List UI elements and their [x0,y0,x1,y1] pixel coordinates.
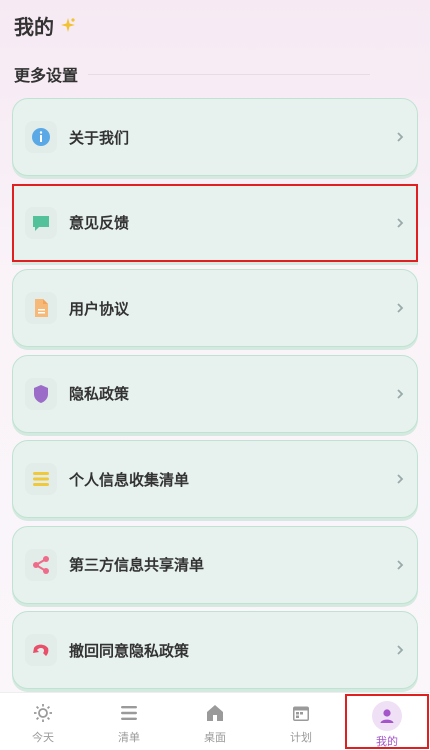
tab-today[interactable]: 今天 [0,693,86,750]
settings-item-about[interactable]: 关于我们 [12,98,418,176]
sun-icon [31,701,55,725]
settings-item-label: 撤回同意隐私政策 [69,641,190,660]
settings-item-label: 第三方信息共享清单 [69,556,205,574]
settings-item-label: 个人信息收集清单 [69,470,190,489]
share-icon [25,548,57,581]
chevron-right-icon [397,217,404,228]
list-icon [117,701,141,725]
tab-label: 桌面 [204,731,226,744]
chevron-right-icon [397,474,404,484]
undo-icon [25,634,57,666]
tab-list[interactable]: 清单 [86,693,172,750]
home-icon [203,701,227,725]
user-icon [372,701,402,731]
tab-mine[interactable]: 我的 [344,693,430,750]
settings-item-label: 意见反馈 [69,214,130,232]
settings-item-label: 用户协议 [69,299,130,318]
tab-desktop[interactable]: 桌面 [172,693,258,750]
page-title: 我的 [14,14,54,39]
info-icon [25,121,57,153]
settings-item-personal-info-list[interactable]: 个人信息收集清单 [12,440,418,518]
settings-item-third-party-sharing[interactable]: 第三方信息共享清单 [12,525,418,604]
document-icon [25,292,57,324]
tab-label: 我的 [376,735,398,748]
tab-label: 清单 [118,731,140,744]
sparkle-icon [61,18,75,32]
chevron-right-icon [397,645,404,655]
section-title: 更多设置 [14,66,79,85]
section-divider [88,73,370,75]
settings-item-withdraw-consent[interactable]: 撤回同意隐私政策 [12,611,418,689]
chevron-right-icon [397,303,404,313]
tab-plan[interactable]: 计划 [258,693,344,750]
list-icon [25,463,57,495]
chat-icon [25,206,57,239]
bottom-tab-bar: 今天 清单 桌面 计划 我的 [0,692,430,750]
chevron-right-icon [397,132,404,142]
settings-item-feedback[interactable]: 意见反馈 [12,183,418,262]
tab-label: 今天 [32,731,54,744]
settings-item-label: 关于我们 [69,128,130,147]
settings-item-privacy-policy[interactable]: 隐私政策 [12,354,418,433]
header: 我的 [14,10,76,40]
settings-item-label: 隐私政策 [69,385,130,403]
chevron-right-icon [397,388,404,399]
shield-icon [25,377,57,410]
settings-list: 关于我们 意见反馈 用户协议 隐私政策 个人信息收集清单 第三方信息共享清单 撤… [12,98,418,697]
section-header: 更多设置 [14,62,370,86]
tab-label: 计划 [290,731,312,744]
chevron-right-icon [397,559,404,570]
calendar-icon [289,701,313,725]
settings-item-user-agreement[interactable]: 用户协议 [12,269,418,347]
